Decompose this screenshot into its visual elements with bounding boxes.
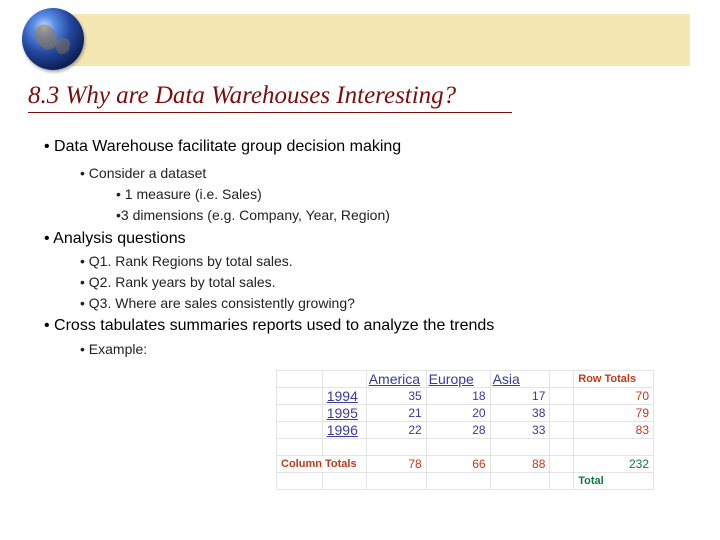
crosstab-table: America Europe Asia Row Totals 1994 35 1… — [276, 370, 654, 490]
slide-title: 8.3 Why are Data Warehouses Interesting? — [28, 82, 457, 109]
year-label: 1995 — [321, 404, 367, 422]
table-header-row: America Europe Asia Row Totals — [276, 370, 654, 388]
bullet-data-warehouse: • Data Warehouse facilitate group decisi… — [44, 138, 402, 155]
grand-total-value: 232 — [573, 455, 654, 473]
bullet-q3: • Q3. Where are sales consistently growi… — [80, 295, 355, 311]
bullet-measure: • 1 measure (i.e. Sales) — [116, 186, 262, 202]
bullet-analysis-questions: • Analysis questions — [44, 230, 186, 247]
cell-value: 20 — [425, 404, 491, 422]
total-label-row: Total — [276, 472, 654, 490]
bullet-example: • Example: — [80, 341, 148, 357]
table-row: 1994 35 18 17 70 — [276, 387, 654, 405]
bullet-q2: • Q2. Rank years by total sales. — [80, 274, 276, 290]
header-band — [60, 14, 690, 66]
bullet-consider-dataset: • Consider a dataset — [80, 165, 207, 181]
bullet-q1: • Q1. Rank Regions by total sales. — [80, 253, 293, 269]
row-total-value: 70 — [573, 387, 654, 405]
table-row: 1995 21 20 38 79 — [276, 404, 654, 422]
cell-value: 18 — [425, 387, 491, 405]
table-row: 1996 22 28 33 83 — [276, 421, 654, 439]
total-label: Total — [573, 472, 654, 490]
year-label: 1994 — [321, 387, 367, 405]
row-total-value: 79 — [573, 404, 654, 422]
globe-logo-icon — [22, 8, 84, 70]
year-label: 1996 — [321, 421, 367, 439]
title-underline — [28, 112, 512, 113]
cell-value: 17 — [489, 387, 551, 405]
cell-value: 21 — [365, 404, 427, 422]
col-header-asia: Asia — [489, 370, 551, 388]
bullet-dimensions: •3 dimensions (e.g. Company, Year, Regio… — [116, 207, 390, 223]
column-total-value: 66 — [425, 455, 491, 473]
cell-value: 33 — [489, 421, 551, 439]
col-header-america: America — [365, 370, 427, 388]
cell-value: 28 — [425, 421, 491, 439]
column-total-value: 88 — [489, 455, 551, 473]
column-totals-label: Column Totals — [276, 455, 367, 473]
spacer-row — [276, 438, 654, 456]
row-totals-header: Row Totals — [573, 370, 654, 388]
bullet-cross-tabulates: • Cross tabulates summaries reports used… — [44, 317, 495, 334]
column-totals-row: Column Totals 78 66 88 232 — [276, 455, 654, 473]
cell-value: 38 — [489, 404, 551, 422]
cell-value: 22 — [365, 421, 427, 439]
column-total-value: 78 — [365, 455, 427, 473]
row-total-value: 83 — [573, 421, 654, 439]
col-header-europe: Europe — [425, 370, 491, 388]
cell-value: 35 — [365, 387, 427, 405]
